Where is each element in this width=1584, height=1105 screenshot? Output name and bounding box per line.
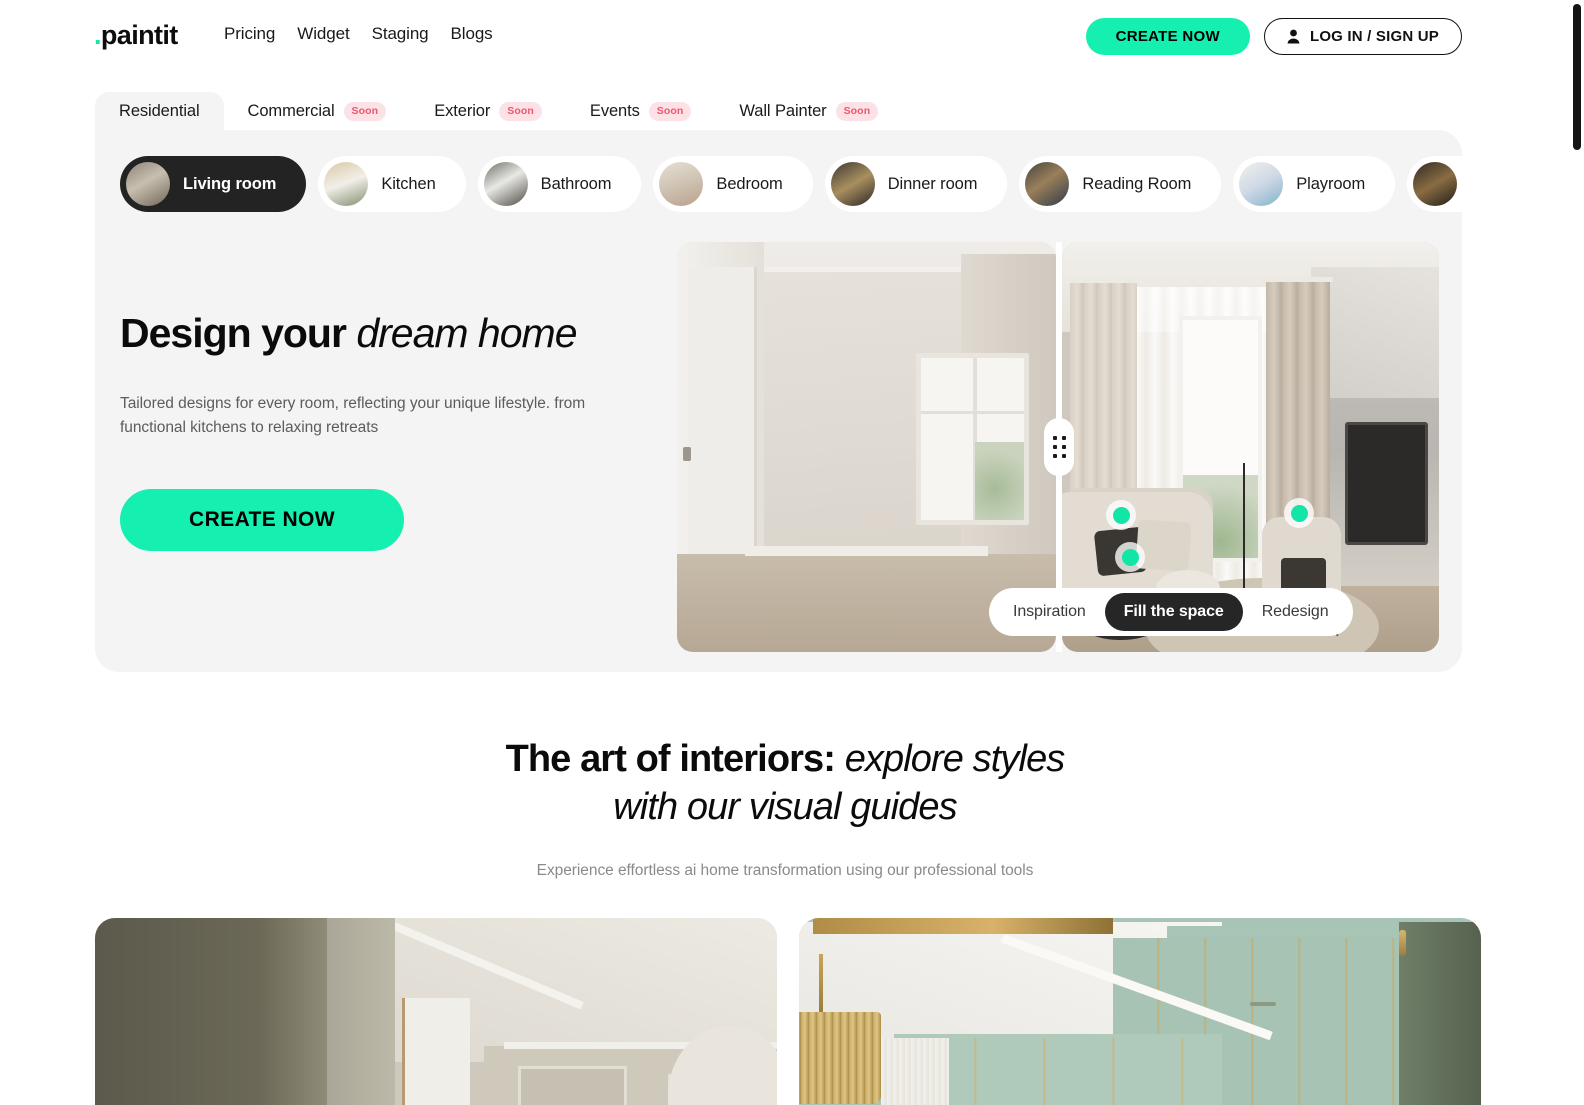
room-chip-wardrobe[interactable]: Wardrobe xyxy=(1407,156,1462,212)
compare-drag-handle[interactable] xyxy=(1044,418,1074,476)
room-chip-dinner-room[interactable]: Dinner room xyxy=(824,156,1008,212)
room-chip-label: Dinner room xyxy=(887,174,978,193)
create-now-button-hero[interactable]: CREATE NOW xyxy=(120,488,404,551)
room-chip-playroom[interactable]: Playroom xyxy=(1233,156,1396,212)
room-thumbnail-icon xyxy=(659,162,704,206)
room-thumbnail-icon xyxy=(1239,162,1284,206)
header-actions: CREATE NOW LOG IN / SIGN UP xyxy=(1085,18,1462,55)
drag-dots-icon xyxy=(1052,436,1066,458)
gallery-card-greige-panelled-room[interactable] xyxy=(95,918,777,1105)
empty-room-illustration xyxy=(677,242,1056,652)
object-marker[interactable] xyxy=(1106,500,1136,530)
room-chip-label: Playroom xyxy=(1296,174,1366,193)
mode-redesign[interactable]: Redesign xyxy=(1243,593,1348,631)
soon-badge: Soon xyxy=(343,102,387,121)
soon-badge: Soon xyxy=(648,102,692,121)
mode-segmented-control: Inspiration Fill the space Redesign xyxy=(989,588,1353,636)
logo-text: paintit xyxy=(100,20,178,50)
room-thumbnail-icon xyxy=(830,162,875,206)
room-chip-bedroom[interactable]: Bedroom xyxy=(653,156,813,212)
room-chip-label: Reading Room xyxy=(1082,174,1192,193)
room-thumbnail-icon xyxy=(126,162,170,206)
person-icon xyxy=(1287,29,1300,44)
room-chip-reading-room[interactable]: Reading Room xyxy=(1019,156,1222,212)
create-now-button-header[interactable]: CREATE NOW xyxy=(1085,18,1250,55)
hero-subtitle: Tailored designs for every room, reflect… xyxy=(120,394,586,437)
tab-label: Wall Painter xyxy=(739,102,827,120)
visual-guides-section: The art of interiors: explore styles with… xyxy=(0,735,1570,1105)
logo[interactable]: . paintit xyxy=(94,20,178,51)
soon-badge: Soon xyxy=(835,102,879,121)
main-nav: Pricing Widget Staging Blogs xyxy=(224,24,493,44)
tab-wall-painter[interactable]: Wall Painter Soon xyxy=(715,92,902,134)
mode-fill-the-space[interactable]: Fill the space xyxy=(1104,593,1243,631)
room-chip-list: Living room Kitchen Bathroom Bedroom Din… xyxy=(120,156,1462,212)
section-subtitle: Experience effortless ai home transforma… xyxy=(536,861,1034,879)
room-thumbnail-icon xyxy=(483,162,528,206)
hero-title: Design your dream home xyxy=(120,310,650,358)
section-title: The art of interiors: explore styles with… xyxy=(0,735,1570,832)
mode-inspiration[interactable]: Inspiration xyxy=(994,593,1105,631)
hero-copy: Design your dream home Tailored designs … xyxy=(120,310,650,551)
before-after-compare[interactable]: Inspiration Fill the space Redesign xyxy=(677,242,1439,652)
room-chip-label: Living room xyxy=(183,174,277,193)
logo-dot: . xyxy=(94,20,101,50)
section-title-italic-2: with our visual guides xyxy=(613,786,957,829)
page-scrollbar[interactable] xyxy=(1570,0,1584,1105)
nav-item-staging[interactable]: Staging xyxy=(372,24,429,44)
object-marker[interactable] xyxy=(1115,542,1145,572)
hero-title-plain: Design your xyxy=(120,310,357,356)
room-thumbnail-icon xyxy=(1025,162,1070,206)
room-chip-label: Bedroom xyxy=(716,174,783,193)
soon-badge: Soon xyxy=(499,102,542,121)
category-tabs: Residential Commercial Soon Exterior Soo… xyxy=(95,92,902,134)
nav-item-pricing[interactable]: Pricing xyxy=(224,24,275,44)
nav-item-blogs[interactable]: Blogs xyxy=(451,24,493,44)
login-signup-button[interactable]: LOG IN / SIGN UP xyxy=(1263,18,1462,55)
room-thumbnail-icon xyxy=(1413,162,1458,206)
site-header: . paintit Pricing Widget Staging Blogs C… xyxy=(0,0,1584,72)
hero-title-italic: dream home xyxy=(356,310,577,356)
tab-label: Residential xyxy=(119,102,200,120)
room-chip-bathroom[interactable]: Bathroom xyxy=(477,156,642,212)
tab-exterior[interactable]: Exterior Soon xyxy=(410,92,566,134)
nav-item-widget[interactable]: Widget xyxy=(297,24,349,44)
hero-panel: Living room Kitchen Bathroom Bedroom Din… xyxy=(95,130,1462,672)
section-title-plain: The art of interiors: xyxy=(505,738,845,780)
tab-residential[interactable]: Residential xyxy=(95,92,224,134)
room-chip-label: Bathroom xyxy=(540,174,612,193)
object-marker[interactable] xyxy=(1284,498,1314,528)
room-chip-kitchen[interactable]: Kitchen xyxy=(318,156,466,212)
before-image xyxy=(677,242,1056,652)
room-thumbnail-icon xyxy=(324,162,369,206)
room-chip-label: Kitchen xyxy=(381,174,436,193)
gallery-cards xyxy=(95,918,1481,1105)
scrollbar-thumb[interactable] xyxy=(1573,4,1581,150)
gallery-card-sage-green-wardrobe-room[interactable] xyxy=(799,918,1481,1105)
room-chip-living-room[interactable]: Living room xyxy=(120,156,307,212)
tab-commercial[interactable]: Commercial Soon xyxy=(224,92,411,134)
tab-label: Exterior xyxy=(434,102,491,120)
tab-events[interactable]: Events Soon xyxy=(566,92,716,134)
tab-label: Events xyxy=(589,102,640,120)
section-title-italic-1: explore styles xyxy=(844,738,1066,780)
tab-label: Commercial xyxy=(247,102,335,120)
login-signup-label: LOG IN / SIGN UP xyxy=(1309,28,1439,45)
